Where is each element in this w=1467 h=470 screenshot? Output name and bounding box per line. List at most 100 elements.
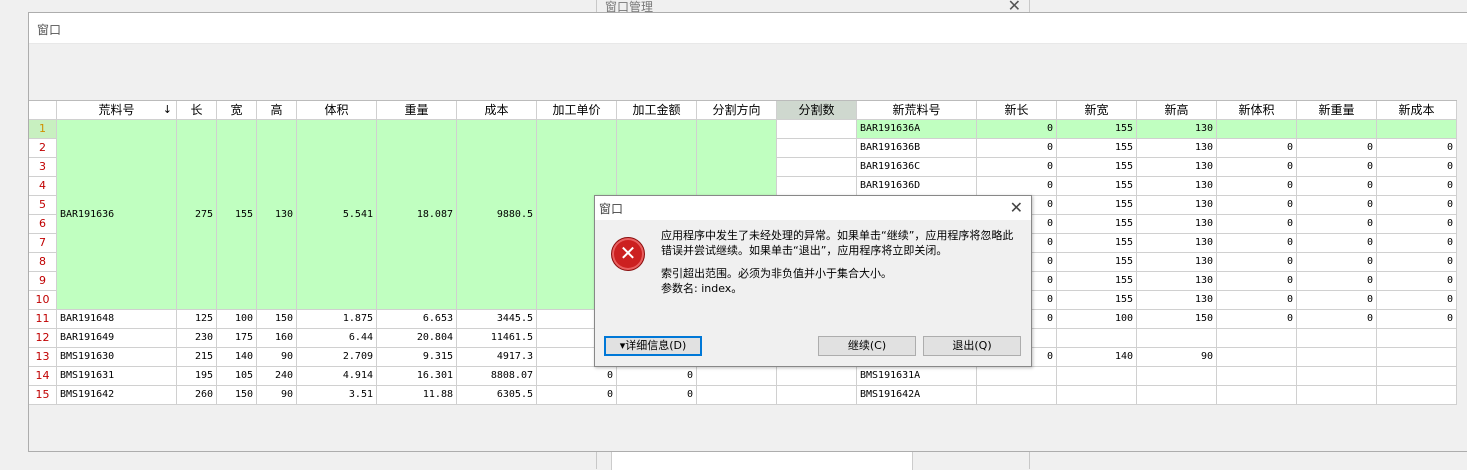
grid-cell-new-volume[interactable]: [1217, 120, 1297, 139]
grid-cell-width[interactable]: 140: [217, 348, 257, 367]
merged-cell-weight[interactable]: 18.087: [377, 120, 457, 310]
grid-cell-new-weight[interactable]: 0: [1297, 196, 1377, 215]
grid-cell-new-width[interactable]: 155: [1057, 120, 1137, 139]
column-header-cost[interactable]: 成本: [457, 101, 537, 120]
grid-cell-code[interactable]: BMS191631: [57, 367, 177, 386]
grid-cell-width[interactable]: 100: [217, 310, 257, 329]
grid-cell-new-length[interactable]: [977, 386, 1057, 405]
grid-cell-weight[interactable]: 16.301: [377, 367, 457, 386]
grid-cell-code[interactable]: BAR191649: [57, 329, 177, 348]
grid-cell-new-volume[interactable]: [1217, 386, 1297, 405]
grid-cell-new-width[interactable]: [1057, 329, 1137, 348]
column-header-new-cost[interactable]: 新成本: [1377, 101, 1457, 120]
grid-cell-new-height[interactable]: 130: [1137, 196, 1217, 215]
grid-cell-new-cost[interactable]: 0: [1377, 158, 1457, 177]
grid-cell-volume[interactable]: 6.44: [297, 329, 377, 348]
grid-cell-new-width[interactable]: [1057, 367, 1137, 386]
grid-cell-height[interactable]: 240: [257, 367, 297, 386]
grid-cell-weight[interactable]: 9.315: [377, 348, 457, 367]
grid-cell-new-height[interactable]: 150: [1137, 310, 1217, 329]
grid-cell-cost[interactable]: 11461.5: [457, 329, 537, 348]
grid-cell-split-count[interactable]: [777, 139, 857, 158]
grid-cell-new-volume[interactable]: 0: [1217, 177, 1297, 196]
grid-cell-new-volume[interactable]: 0: [1217, 158, 1297, 177]
merged-cell-code[interactable]: BAR191636: [57, 120, 177, 310]
grid-cell-new-code[interactable]: BAR191636C: [857, 158, 977, 177]
quit-button[interactable]: 退出(Q): [923, 336, 1021, 356]
grid-cell-amount[interactable]: 0: [617, 367, 697, 386]
column-header-weight[interactable]: 重量: [377, 101, 457, 120]
grid-cell-new-height[interactable]: [1137, 367, 1217, 386]
grid-cell-new-width[interactable]: 155: [1057, 139, 1137, 158]
grid-cell-new-volume[interactable]: 0: [1217, 139, 1297, 158]
grid-cell-split-count[interactable]: [777, 386, 857, 405]
grid-cell-new-weight[interactable]: [1297, 367, 1377, 386]
grid-cell-new-length[interactable]: 0: [977, 158, 1057, 177]
grid-cell-new-height[interactable]: 130: [1137, 215, 1217, 234]
column-header-new-code[interactable]: 新荒料号: [857, 101, 977, 120]
grid-cell-new-width[interactable]: 155: [1057, 177, 1137, 196]
grid-cell-cost[interactable]: 6305.5: [457, 386, 537, 405]
grid-cell-cost[interactable]: 4917.3: [457, 348, 537, 367]
grid-cell-new-height[interactable]: 130: [1137, 234, 1217, 253]
grid-cell-new-cost[interactable]: [1377, 367, 1457, 386]
grid-cell-new-length[interactable]: 0: [977, 120, 1057, 139]
grid-cell-length[interactable]: 230: [177, 329, 217, 348]
column-header-new-volume[interactable]: 新体积: [1217, 101, 1297, 120]
grid-cell-split-count[interactable]: [777, 120, 857, 139]
grid-cell-code[interactable]: BMS191642: [57, 386, 177, 405]
grid-cell-volume[interactable]: 2.709: [297, 348, 377, 367]
grid-cell-width[interactable]: 175: [217, 329, 257, 348]
grid-cell-length[interactable]: 125: [177, 310, 217, 329]
grid-cell-new-cost[interactable]: [1377, 329, 1457, 348]
grid-cell-new-height[interactable]: 130: [1137, 177, 1217, 196]
grid-cell-unit-price[interactable]: 0: [537, 386, 617, 405]
grid-cell-length[interactable]: 195: [177, 367, 217, 386]
grid-cell-new-width[interactable]: 155: [1057, 272, 1137, 291]
grid-cell-new-cost[interactable]: 0: [1377, 310, 1457, 329]
grid-cell-split-direction[interactable]: [697, 386, 777, 405]
grid-cell-new-width[interactable]: [1057, 386, 1137, 405]
grid-cell-new-volume[interactable]: 0: [1217, 310, 1297, 329]
grid-cell-new-width[interactable]: 155: [1057, 196, 1137, 215]
grid-cell-new-weight[interactable]: [1297, 386, 1377, 405]
grid-cell-new-cost[interactable]: [1377, 120, 1457, 139]
grid-cell-split-count[interactable]: [777, 177, 857, 196]
grid-cell-weight[interactable]: 6.653: [377, 310, 457, 329]
column-header-volume[interactable]: 体积: [297, 101, 377, 120]
grid-cell-length[interactable]: 215: [177, 348, 217, 367]
grid-cell-new-weight[interactable]: 0: [1297, 215, 1377, 234]
column-header-new-length[interactable]: 新长: [977, 101, 1057, 120]
grid-cell-new-weight[interactable]: 0: [1297, 272, 1377, 291]
column-header-width[interactable]: 宽: [217, 101, 257, 120]
merged-cell-volume[interactable]: 5.541: [297, 120, 377, 310]
grid-cell-new-cost[interactable]: 0: [1377, 177, 1457, 196]
details-button[interactable]: ▾详细信息(D): [604, 336, 702, 356]
column-header-new-width[interactable]: 新宽: [1057, 101, 1137, 120]
grid-cell-new-cost[interactable]: 0: [1377, 196, 1457, 215]
grid-cell-volume[interactable]: 1.875: [297, 310, 377, 329]
grid-cell-new-width[interactable]: 155: [1057, 158, 1137, 177]
grid-cell-new-width[interactable]: 155: [1057, 253, 1137, 272]
grid-cell-new-weight[interactable]: 0: [1297, 234, 1377, 253]
grid-cell-new-height[interactable]: 130: [1137, 272, 1217, 291]
grid-cell-new-cost[interactable]: 0: [1377, 253, 1457, 272]
grid-cell-new-weight[interactable]: 0: [1297, 158, 1377, 177]
column-header-code[interactable]: 荒料号 ↓: [57, 101, 177, 120]
grid-cell-new-volume[interactable]: 0: [1217, 215, 1297, 234]
grid-cell-new-volume[interactable]: [1217, 367, 1297, 386]
grid-cell-new-code[interactable]: BAR191636D: [857, 177, 977, 196]
continue-button[interactable]: 继续(C): [818, 336, 916, 356]
grid-cell-new-weight[interactable]: [1297, 348, 1377, 367]
grid-cell-width[interactable]: 150: [217, 386, 257, 405]
grid-cell-height[interactable]: 160: [257, 329, 297, 348]
grid-cell-new-length[interactable]: 0: [977, 177, 1057, 196]
grid-cell-new-height[interactable]: [1137, 329, 1217, 348]
grid-cell-new-code[interactable]: BMS191642A: [857, 386, 977, 405]
column-header-row-number[interactable]: [29, 101, 57, 120]
grid-cell-height[interactable]: 150: [257, 310, 297, 329]
column-header-unit-price[interactable]: 加工单价: [537, 101, 617, 120]
column-header-height[interactable]: 高: [257, 101, 297, 120]
column-header-split-count[interactable]: 分割数: [777, 101, 857, 120]
grid-cell-new-cost[interactable]: [1377, 348, 1457, 367]
